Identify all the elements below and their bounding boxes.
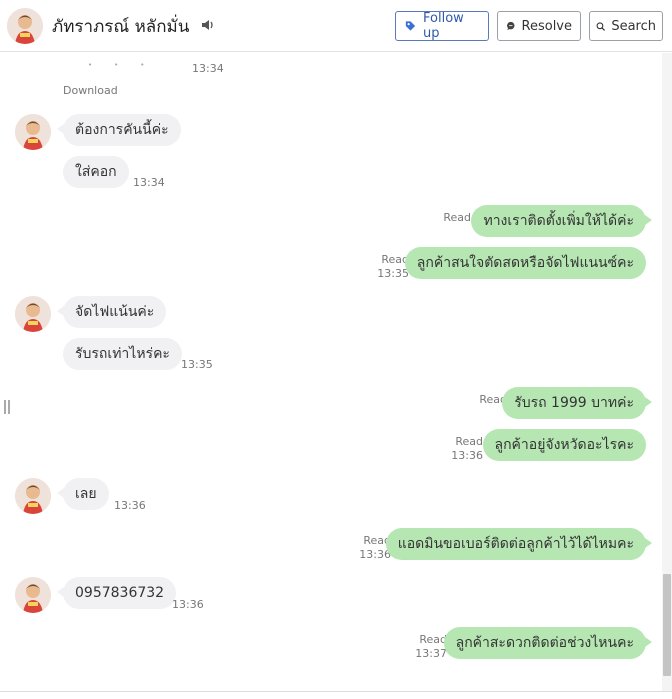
avatar[interactable] <box>15 577 51 613</box>
read-status: Read <box>419 633 447 646</box>
follow-up-button[interactable]: Follow up <box>395 11 489 41</box>
divider <box>0 691 672 692</box>
message-list[interactable]: ••• 13:34 Download ต้องการคันนี้ค่ะ ใส่ค… <box>0 53 662 692</box>
download-link[interactable]: Download <box>63 84 118 97</box>
contact-name: ภัทราภรณ์ หลักมั่น <box>52 17 190 37</box>
message-time: 13:35 <box>181 358 213 371</box>
resize-handle[interactable] <box>4 400 10 414</box>
outgoing-message: ลูกค้าสะดวกติดต่อช่วงไหนคะ <box>443 627 653 659</box>
resolve-label: Resolve <box>521 18 572 34</box>
incoming-message: ต้องการคันนี้ค่ะ <box>57 114 181 146</box>
message-time: 13:35 <box>377 267 409 280</box>
scrollbar-thumb[interactable] <box>663 574 671 676</box>
search-button[interactable]: Search <box>589 11 663 41</box>
outgoing-message: แอดมินขอเบอร์ติดต่อลูกค้าไว้ได้ไหมคะ <box>385 528 653 560</box>
message-time: 13:36 <box>172 598 204 611</box>
read-status: Read <box>455 435 483 448</box>
chat-header: ภัทราภรณ์ หลักมั่น Follow up Resolve Sea… <box>0 0 672 52</box>
attachment-preview: ••• <box>88 61 167 69</box>
outgoing-message: รับรถ 1999 บาทค่ะ <box>502 387 652 419</box>
search-icon <box>596 21 606 31</box>
incoming-message: จัดไฟแน้นค่ะ <box>56 296 167 328</box>
outgoing-message: ลูกค้าอยู่จังหวัดอะไรคะ <box>482 429 646 461</box>
search-label: Search <box>611 18 656 34</box>
contact-avatar[interactable] <box>7 8 43 44</box>
outgoing-message: ทางเราติดตั้งเพิ่มให้ได้ค่ะ <box>471 205 652 237</box>
message-time: 13:36 <box>451 449 483 462</box>
incoming-message: เลย <box>57 478 109 510</box>
speaker-icon[interactable] <box>200 17 216 33</box>
avatar[interactable] <box>15 478 51 514</box>
avatar[interactable] <box>15 114 51 150</box>
incoming-message: รับรถเท่าไหร่คะ <box>63 338 182 370</box>
avatar[interactable] <box>15 296 51 332</box>
follow-up-label: Follow up <box>423 11 464 41</box>
message-time: 13:36 <box>114 499 146 512</box>
tag-icon <box>405 21 416 31</box>
chat-bubble-icon <box>507 21 515 31</box>
outgoing-message: ลูกค้าสนใจตัดสดหรือจัดไฟแนนซ์คะ <box>404 247 646 279</box>
incoming-message: ใส่คอก <box>63 156 129 188</box>
resolve-button[interactable]: Resolve <box>497 11 581 41</box>
message-time: 13:37 <box>415 647 447 660</box>
read-status: Read <box>443 211 471 224</box>
message-time: 13:34 <box>133 176 165 189</box>
message-time: 13:34 <box>192 62 224 75</box>
incoming-message: 0957836732 <box>56 577 177 609</box>
